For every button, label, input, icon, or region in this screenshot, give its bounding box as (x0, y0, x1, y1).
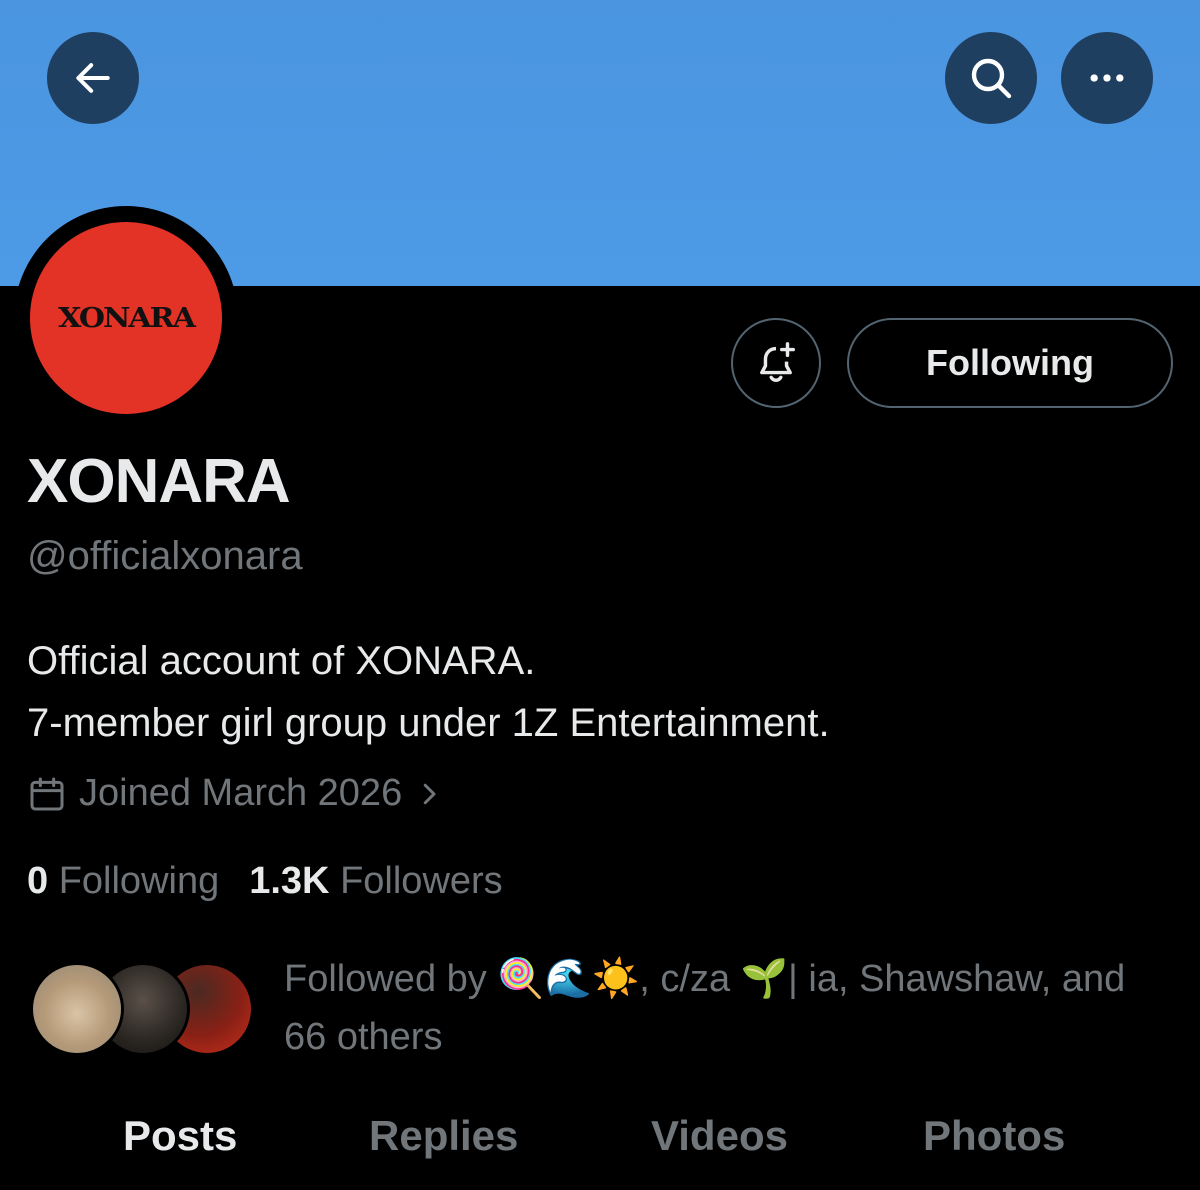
avatar[interactable]: XONARA (30, 222, 222, 414)
bell-plus-icon (760, 342, 795, 382)
arrow-left-icon (76, 63, 110, 93)
user-handle: @officialxonara (27, 534, 303, 578)
tab-videos[interactable]: Videos (651, 1112, 788, 1160)
followers-count: 1.3K (249, 860, 330, 902)
back-button[interactable] (47, 32, 139, 124)
avatar-logo-text: XONARA (58, 302, 196, 334)
more-button[interactable] (1061, 32, 1153, 124)
joined-label: Joined March 2026 (79, 772, 403, 814)
following-label: Following (58, 860, 220, 902)
more-horizontal-icon (1090, 74, 1124, 82)
notifications-button[interactable] (731, 318, 821, 408)
profile-tabs: Posts Replies Videos Photos (0, 1112, 1200, 1182)
search-button[interactable] (945, 32, 1037, 124)
calendar-icon (30, 777, 64, 810)
display-name: XONARA (27, 447, 291, 516)
following-stat[interactable]: 0 Following (27, 860, 219, 903)
following-button[interactable]: Following (847, 318, 1173, 408)
followers-stat[interactable]: 1.3K Followers (249, 860, 502, 903)
following-count: 0 (27, 860, 49, 902)
tab-replies[interactable]: Replies (369, 1112, 518, 1160)
tab-posts[interactable]: Posts (123, 1112, 237, 1160)
followed-by-text[interactable]: Followed by 🍭🌊☀️, c/za 🌱| ia, Shawshaw, … (284, 950, 1174, 1066)
joined-date[interactable]: Joined March 2026 (27, 772, 444, 815)
profile-bio: Official account of XONARA. 7-member gir… (27, 639, 830, 745)
followed-by-avatars[interactable] (30, 962, 260, 1058)
followers-label: Followers (340, 860, 503, 902)
search-icon (971, 58, 1012, 99)
avatar (30, 962, 124, 1056)
follow-stats: 0 Following 1.3K Followers (27, 860, 503, 903)
tab-photos[interactable]: Photos (923, 1112, 1065, 1160)
chevron-right-icon (423, 783, 436, 804)
